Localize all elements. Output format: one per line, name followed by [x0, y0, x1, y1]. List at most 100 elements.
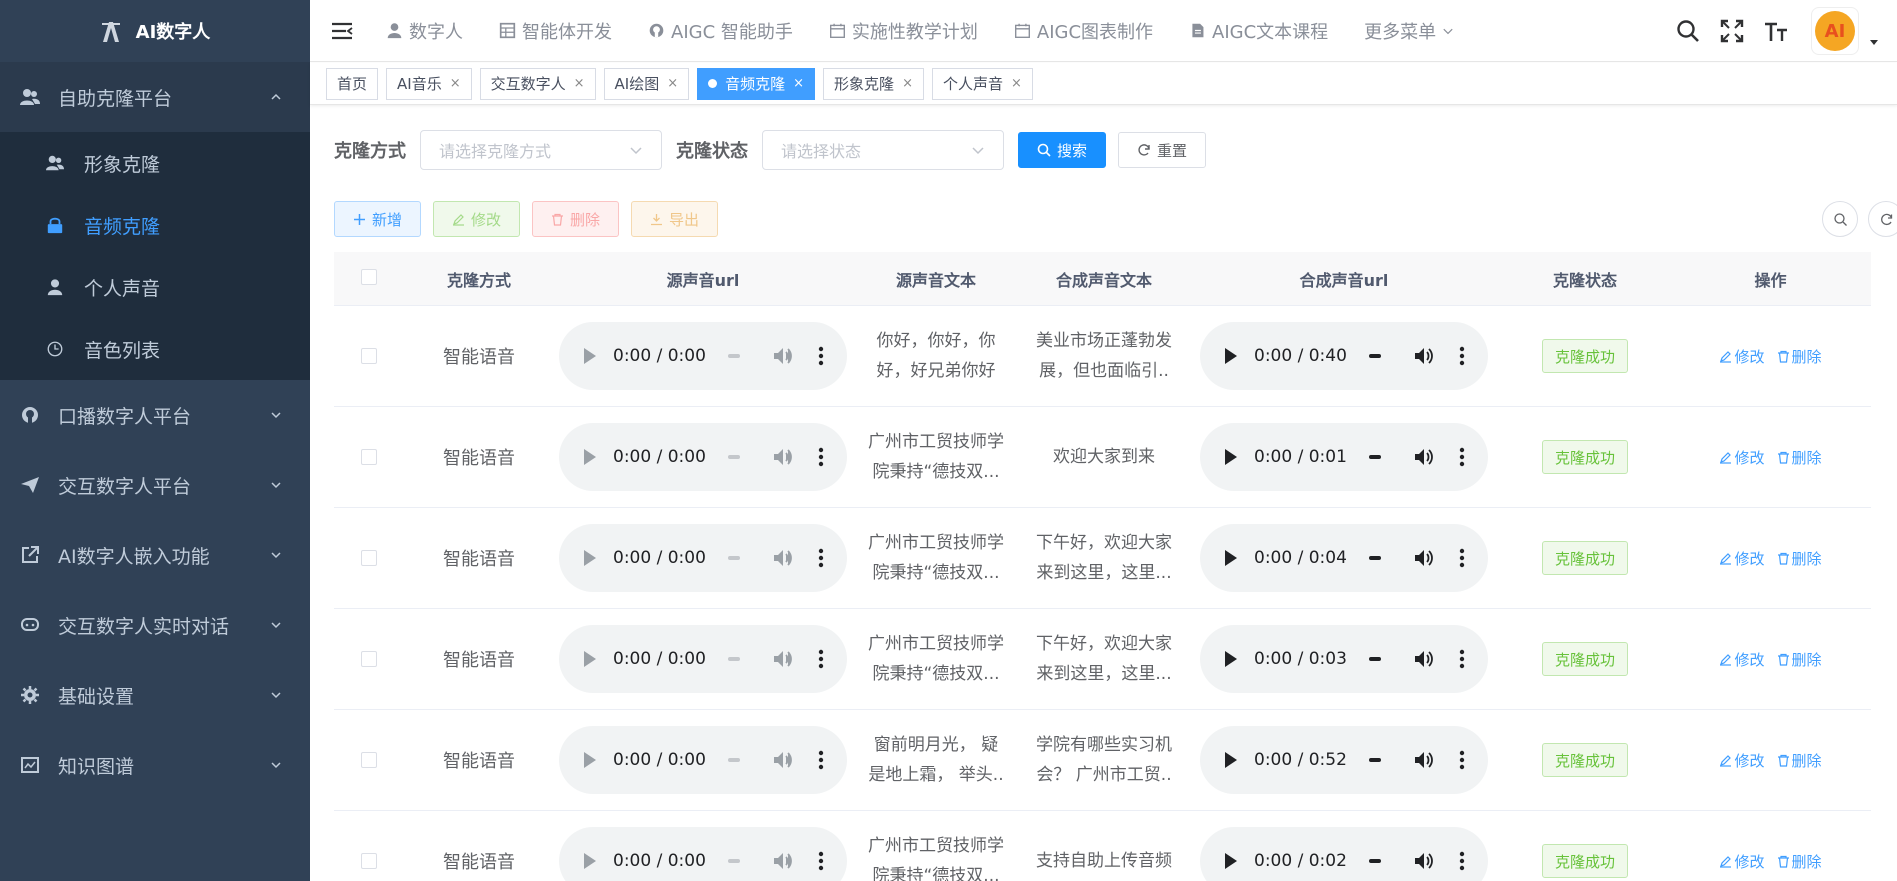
audio-progress[interactable] [727, 657, 740, 661]
method-select[interactable]: 请选择克隆方式 [420, 130, 662, 170]
volume-icon[interactable] [772, 345, 794, 367]
nav-aigc-assistant[interactable]: AIGC 智能助手 [648, 18, 793, 44]
play-icon[interactable] [1224, 852, 1238, 870]
more-options-icon[interactable] [818, 851, 824, 871]
audio-progress[interactable] [1368, 556, 1381, 560]
sidebar-item-personal-voice[interactable]: 个人声音 [0, 256, 310, 318]
audio-progress[interactable] [727, 859, 740, 863]
source-audio-player[interactable]: 0:00 / 0:00 [559, 524, 847, 592]
header-source-url[interactable]: 源声音url [554, 267, 852, 291]
row-delete-button[interactable]: 删除 [1777, 548, 1822, 569]
volume-icon[interactable] [1413, 850, 1435, 872]
more-options-icon[interactable] [1459, 447, 1465, 467]
close-icon[interactable]: × [902, 76, 913, 91]
play-icon[interactable] [1224, 448, 1238, 466]
source-audio-player[interactable]: 0:00 / 0:00 [559, 726, 847, 794]
header-status[interactable]: 克隆状态 [1500, 267, 1670, 291]
toggle-search-button[interactable] [1822, 201, 1858, 237]
source-audio-player[interactable]: 0:00 / 0:00 [559, 322, 847, 390]
refresh-button[interactable] [1868, 201, 1897, 237]
row-delete-button[interactable]: 删除 [1777, 649, 1822, 670]
close-icon[interactable]: × [450, 76, 461, 91]
sidebar-item-image-clone[interactable]: 形象克隆 [0, 132, 310, 194]
select-all-checkbox[interactable] [361, 268, 377, 285]
close-icon[interactable]: × [667, 76, 678, 91]
play-icon[interactable] [583, 448, 597, 466]
row-edit-button[interactable]: 修改 [1719, 346, 1765, 367]
sidebar-group-embed[interactable]: AI数字人嵌入功能 [0, 520, 310, 590]
tag-audio-clone[interactable]: 音频克隆 × [697, 67, 816, 100]
row-edit-button[interactable]: 修改 [1719, 851, 1765, 872]
synth-audio-player[interactable]: 0:00 / 0:04 [1200, 524, 1488, 592]
row-edit-button[interactable]: 修改 [1719, 750, 1765, 771]
row-checkbox[interactable] [361, 651, 377, 667]
search-button[interactable]: 搜索 [1018, 132, 1107, 168]
play-icon[interactable] [1224, 751, 1238, 769]
volume-icon[interactable] [772, 446, 794, 468]
sidebar-group-broadcast[interactable]: 口播数字人平台 [0, 380, 310, 450]
close-icon[interactable]: × [574, 76, 585, 91]
more-options-icon[interactable] [818, 649, 824, 669]
tag-interactive-human[interactable]: 交互数字人 × [479, 67, 596, 100]
more-options-icon[interactable] [1459, 548, 1465, 568]
row-checkbox[interactable] [361, 752, 377, 768]
tag-image-clone[interactable]: 形象克隆 × [823, 67, 924, 100]
row-edit-button[interactable]: 修改 [1719, 649, 1765, 670]
more-options-icon[interactable] [818, 447, 824, 467]
status-select[interactable]: 请选择状态 [762, 130, 1004, 170]
volume-icon[interactable] [772, 648, 794, 670]
play-icon[interactable] [583, 650, 597, 668]
more-options-icon[interactable] [1459, 750, 1465, 770]
audio-progress[interactable] [727, 455, 740, 459]
nav-more-menu[interactable]: 更多菜单 [1364, 18, 1454, 44]
row-delete-button[interactable]: 删除 [1777, 346, 1822, 367]
reset-button[interactable]: 重置 [1118, 132, 1207, 168]
synth-audio-player[interactable]: 0:00 / 0:03 [1200, 625, 1488, 693]
sidebar-item-timbre-list[interactable]: 音色列表 [0, 318, 310, 380]
close-icon[interactable]: × [793, 76, 804, 91]
nav-teaching-plan[interactable]: 实施性教学计划 [829, 18, 978, 44]
play-icon[interactable] [583, 347, 597, 365]
avatar[interactable]: AI [1811, 7, 1859, 55]
volume-icon[interactable] [1413, 446, 1435, 468]
play-icon[interactable] [583, 751, 597, 769]
audio-progress[interactable] [727, 758, 740, 762]
brand[interactable]: AI数字人 [0, 0, 310, 62]
edit-button[interactable]: 修改 [433, 201, 521, 237]
row-checkbox[interactable] [361, 550, 377, 566]
volume-icon[interactable] [772, 850, 794, 872]
sidebar-group-basic-settings[interactable]: 基础设置 [0, 660, 310, 730]
play-icon[interactable] [1224, 549, 1238, 567]
volume-icon[interactable] [1413, 547, 1435, 569]
source-audio-player[interactable]: 0:00 / 0:00 [559, 827, 847, 881]
audio-progress[interactable] [1368, 657, 1381, 661]
nav-digital-human[interactable]: 数字人 [386, 18, 463, 44]
header-method[interactable]: 克隆方式 [404, 267, 554, 291]
nav-aigc-chart[interactable]: AIGC图表制作 [1014, 18, 1153, 44]
close-icon[interactable]: × [1011, 76, 1022, 91]
synth-audio-player[interactable]: 0:00 / 0:52 [1200, 726, 1488, 794]
synth-audio-player[interactable]: 0:00 / 0:40 [1200, 322, 1488, 390]
search-icon[interactable] [1675, 18, 1701, 44]
volume-icon[interactable] [1413, 749, 1435, 771]
play-icon[interactable] [583, 549, 597, 567]
more-options-icon[interactable] [818, 548, 824, 568]
tag-ai-drawing[interactable]: AI绘图 × [603, 67, 690, 100]
sidebar-group-knowledge-graph[interactable]: 知识图谱 [0, 730, 310, 800]
audio-progress[interactable] [727, 354, 740, 358]
source-audio-player[interactable]: 0:00 / 0:00 [559, 625, 847, 693]
row-checkbox[interactable] [361, 449, 377, 465]
nav-aigc-text-course[interactable]: AIGC文本课程 [1189, 18, 1328, 44]
volume-icon[interactable] [772, 749, 794, 771]
audio-progress[interactable] [1368, 758, 1381, 762]
export-button[interactable]: 导出 [631, 201, 719, 237]
fullscreen-icon[interactable] [1719, 18, 1745, 44]
more-options-icon[interactable] [1459, 649, 1465, 669]
more-options-icon[interactable] [818, 346, 824, 366]
header-synth-url[interactable]: 合成声音url [1188, 267, 1500, 291]
tag-ai-music[interactable]: AI音乐 × [386, 67, 472, 100]
row-edit-button[interactable]: 修改 [1719, 548, 1765, 569]
header-source-text[interactable]: 源声音文本 [852, 267, 1020, 291]
audio-progress[interactable] [727, 556, 740, 560]
row-delete-button[interactable]: 删除 [1777, 750, 1822, 771]
